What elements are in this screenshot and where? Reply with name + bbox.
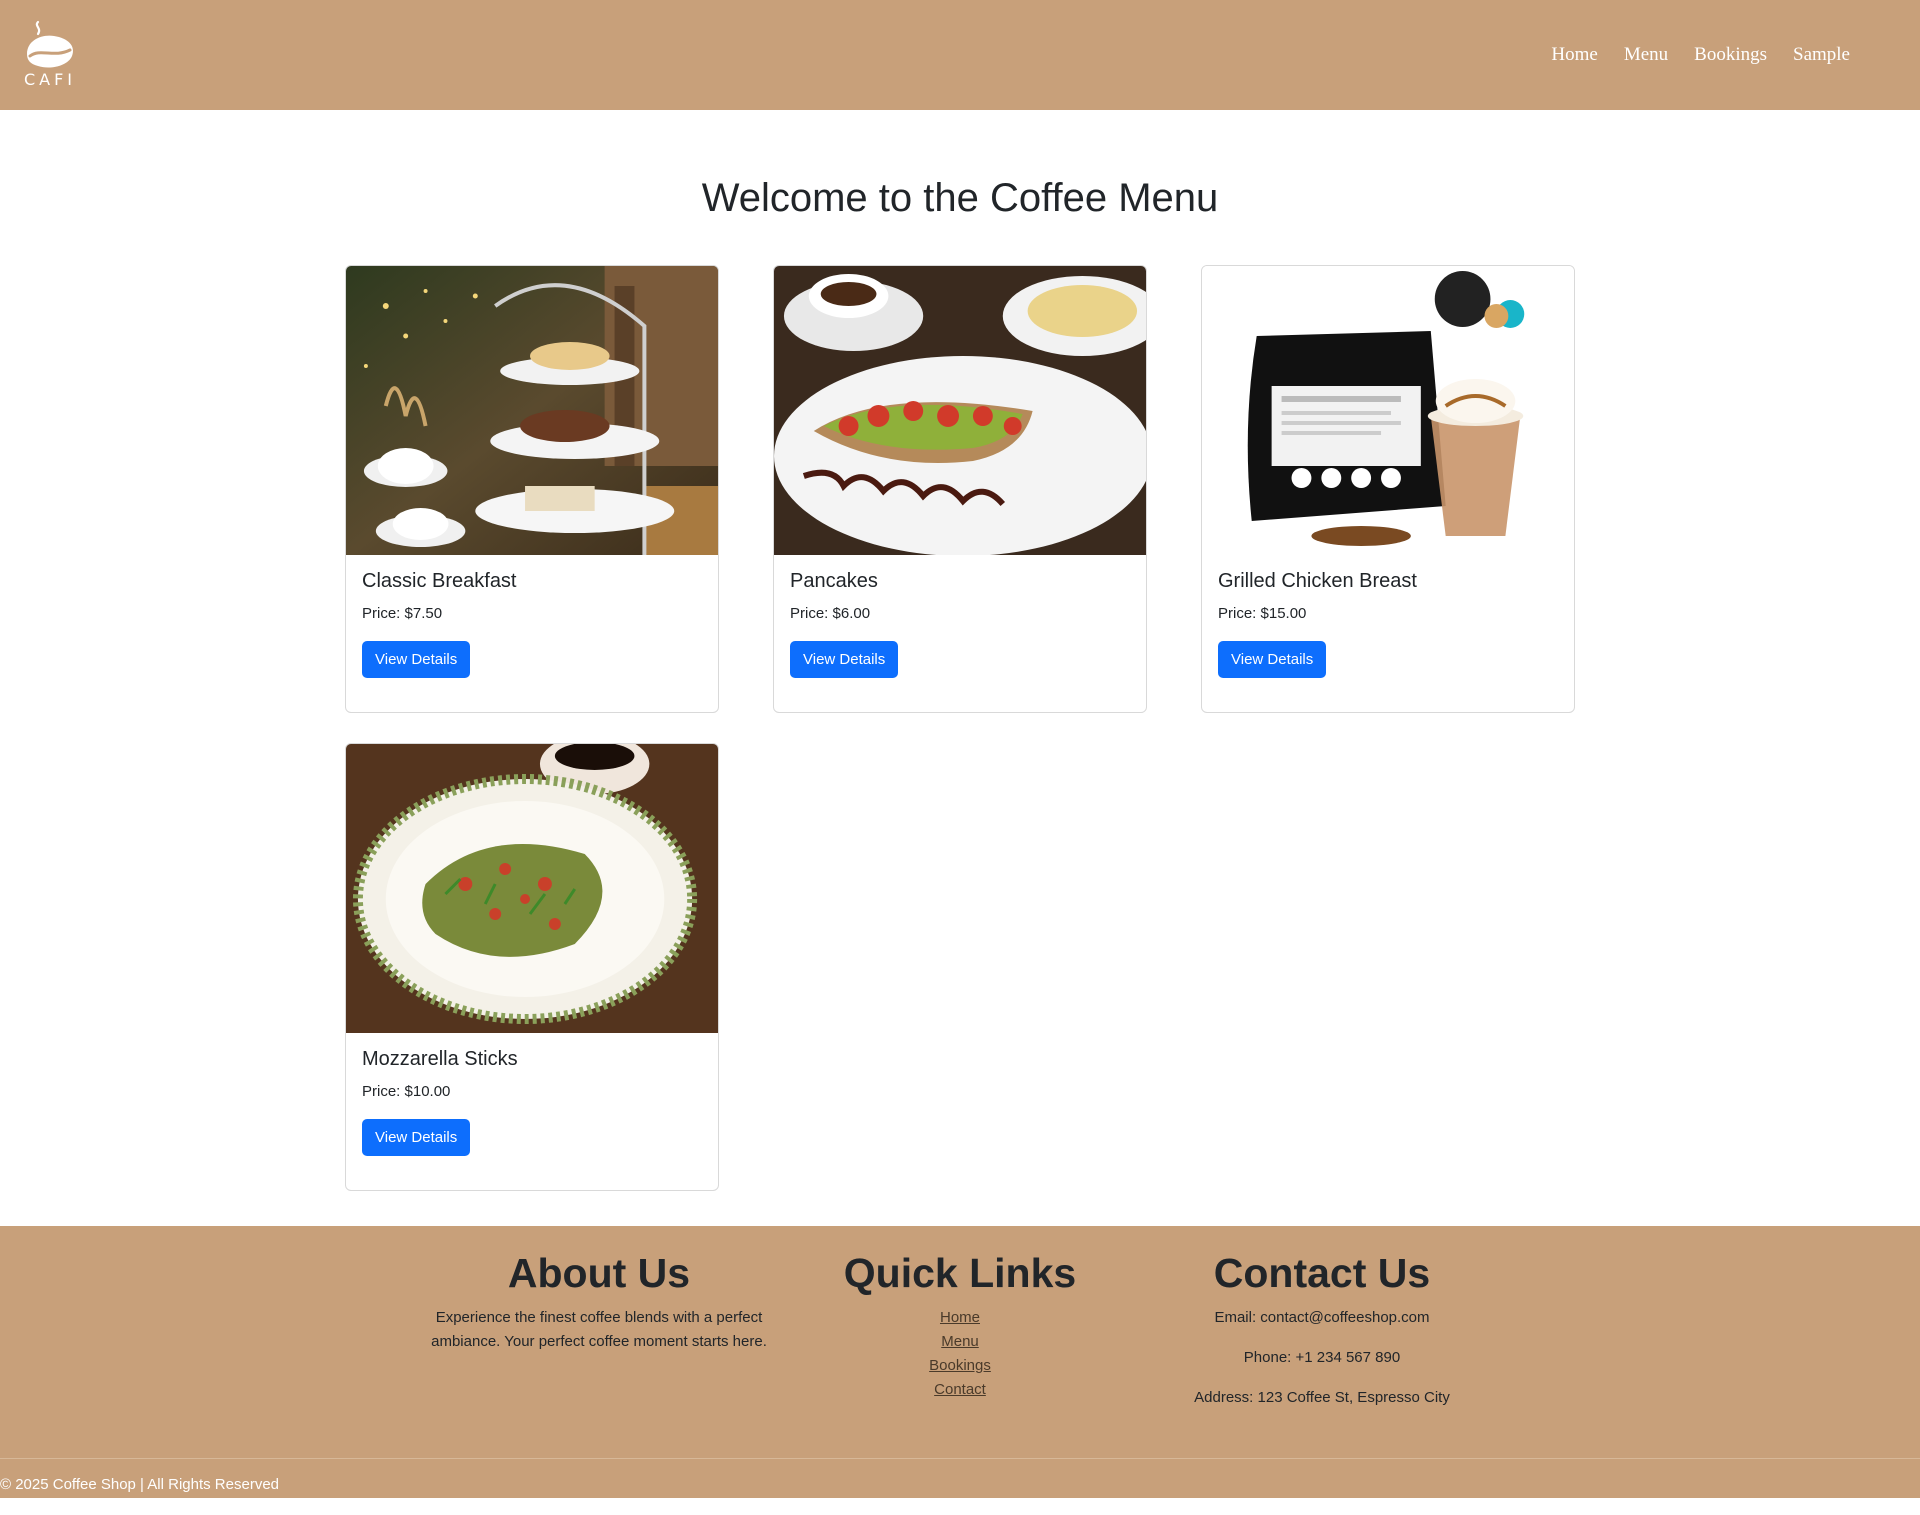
about-section: About Us Experience the finest coffee bl…	[430, 1248, 768, 1354]
view-details-button[interactable]: View Details	[362, 1119, 471, 1156]
contact-section: Contact Us Email: contact@coffeeshop.com…	[1162, 1248, 1482, 1426]
menu-card: Grilled Chicken Breast Price: $15.00 Vie…	[1201, 265, 1575, 713]
view-details-button[interactable]: View Details	[1218, 641, 1327, 678]
nav-menu[interactable]: Menu	[1624, 42, 1668, 68]
menu-card: Mozzarella Sticks Price: $10.00 View Det…	[345, 743, 719, 1191]
contact-phone: Phone: +1 234 567 890	[1243, 1349, 1401, 1366]
about-text: Experience the finest coffee blends with…	[431, 1309, 767, 1350]
about-heading: About Us	[507, 1250, 691, 1296]
card-title: Pancakes	[790, 570, 878, 592]
brand-name: CAFI	[23, 70, 77, 89]
menu-card: Classic Breakfast Price: $7.50 View Deta…	[345, 265, 719, 713]
mozzarella-sticks-image	[346, 744, 718, 1033]
classic-breakfast-image	[346, 266, 718, 555]
footer: About Us Experience the finest coffee bl…	[0, 1226, 1920, 1498]
coffee-bean-icon	[27, 20, 74, 68]
nav-bookings[interactable]: Bookings	[1694, 42, 1767, 68]
footer-link-bookings[interactable]: Bookings	[810, 1354, 1110, 1378]
quick-links-section: Quick Links Home Menu Bookings Contact	[810, 1248, 1110, 1402]
card-price: Price: $15.00	[1218, 605, 1307, 622]
grilled-chicken-image	[1202, 266, 1574, 555]
footer-link-menu[interactable]: Menu	[810, 1330, 1110, 1354]
copyright-text: © 2025 Coffee Shop | All Rights Reserved	[0, 1476, 280, 1493]
contact-heading: Contact Us	[1213, 1250, 1431, 1296]
card-title: Classic Breakfast	[362, 570, 517, 592]
view-details-button[interactable]: View Details	[362, 641, 471, 678]
view-details-button[interactable]: View Details	[790, 641, 899, 678]
main-nav: Home Menu Bookings Sample	[1551, 42, 1850, 68]
pancakes-image	[774, 266, 1146, 555]
contact-address: Address: 123 Coffee St, Espresso City	[1194, 1389, 1450, 1406]
card-title: Mozzarella Sticks	[362, 1048, 518, 1070]
card-price: Price: $6.00	[790, 605, 871, 622]
quick-links-heading: Quick Links	[843, 1250, 1077, 1296]
footer-divider	[0, 1458, 1920, 1459]
card-price: Price: $7.50	[362, 605, 443, 622]
nav-sample[interactable]: Sample	[1793, 42, 1850, 68]
footer-link-home[interactable]: Home	[810, 1306, 1110, 1330]
footer-link-contact[interactable]: Contact	[810, 1378, 1110, 1402]
brand-logo[interactable]: CAFI	[22, 20, 78, 90]
card-title: Grilled Chicken Breast	[1218, 570, 1417, 592]
menu-card: Pancakes Price: $6.00 View Details	[773, 265, 1147, 713]
contact-email: Email: contact@coffeeshop.com	[1214, 1309, 1430, 1326]
navbar: CAFI Home Menu Bookings Sample	[0, 0, 1920, 110]
card-price: Price: $10.00	[362, 1083, 451, 1100]
page-title: Welcome to the Coffee Menu	[701, 176, 1219, 220]
nav-home[interactable]: Home	[1551, 42, 1597, 68]
